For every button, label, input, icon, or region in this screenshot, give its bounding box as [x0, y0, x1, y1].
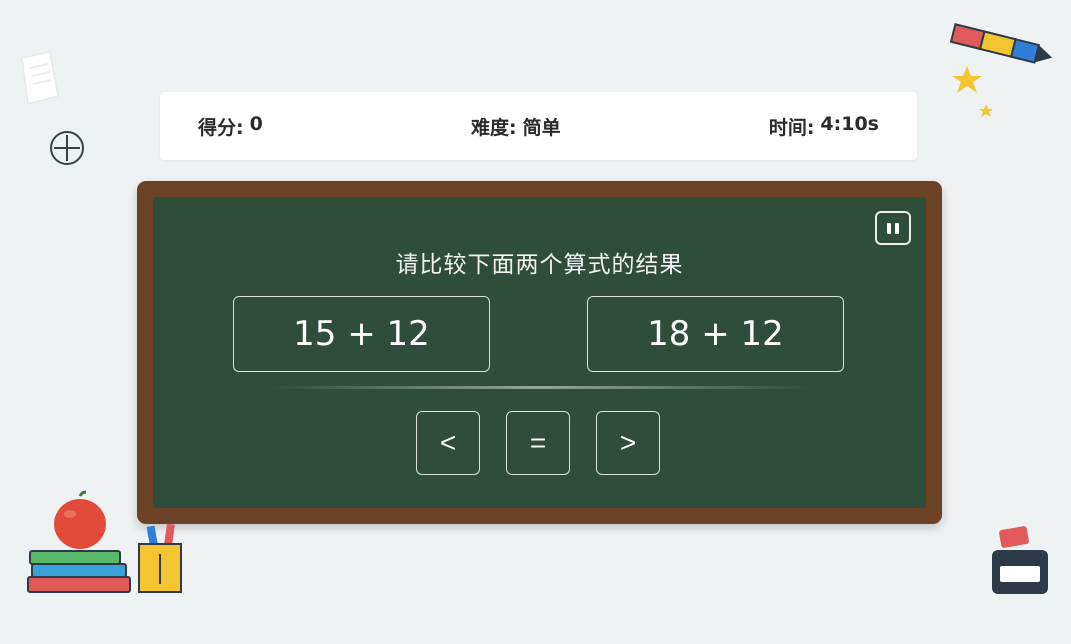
difficulty-label: 难度: — [471, 116, 517, 139]
divider — [271, 386, 811, 389]
question-text: 请比较下面两个算式的结果 — [395, 252, 684, 278]
greater-than-button[interactable]: > — [596, 411, 660, 475]
score-display: 得分: 0 — [198, 113, 263, 140]
difficulty-display: 难度: 简单 — [471, 113, 561, 140]
game-screen: 得分: 0 难度: 简单 时间: 4:10s 请比较下面两个算式的结果 15 +… — [0, 0, 1071, 644]
books-icon — [27, 550, 131, 593]
timer-display: 时间: 4:10s — [769, 113, 879, 140]
blackboard: 请比较下面两个算式的结果 15 + 12 18 + 12 < = > — [153, 197, 926, 508]
apple-icon — [54, 490, 106, 549]
score-value: 0 — [249, 112, 263, 135]
time-value: 4:10s — [820, 112, 879, 135]
right-expression: 18 + 12 — [587, 296, 844, 372]
score-label: 得分: — [198, 116, 244, 139]
less-than-button[interactable]: < — [416, 411, 480, 475]
pencil-case-icon — [992, 526, 1048, 594]
plus-circle-icon[interactable] — [48, 129, 86, 167]
blackboard-frame: 请比较下面两个算式的结果 15 + 12 18 + 12 < = > — [137, 181, 942, 524]
status-bar: 得分: 0 难度: 简单 时间: 4:10s — [160, 92, 917, 160]
difficulty-value: 简单 — [522, 116, 561, 139]
left-expression: 15 + 12 — [233, 296, 490, 372]
paper-icon — [21, 51, 59, 105]
pencil-cup-icon — [138, 523, 182, 593]
time-label: 时间: — [768, 116, 815, 139]
star-icon — [952, 66, 993, 117]
pause-button[interactable] — [875, 211, 911, 245]
pause-icon — [887, 222, 891, 234]
equal-button[interactable]: = — [506, 411, 570, 475]
answer-buttons: < = > — [416, 411, 660, 475]
pause-icon-bar — [895, 222, 899, 234]
